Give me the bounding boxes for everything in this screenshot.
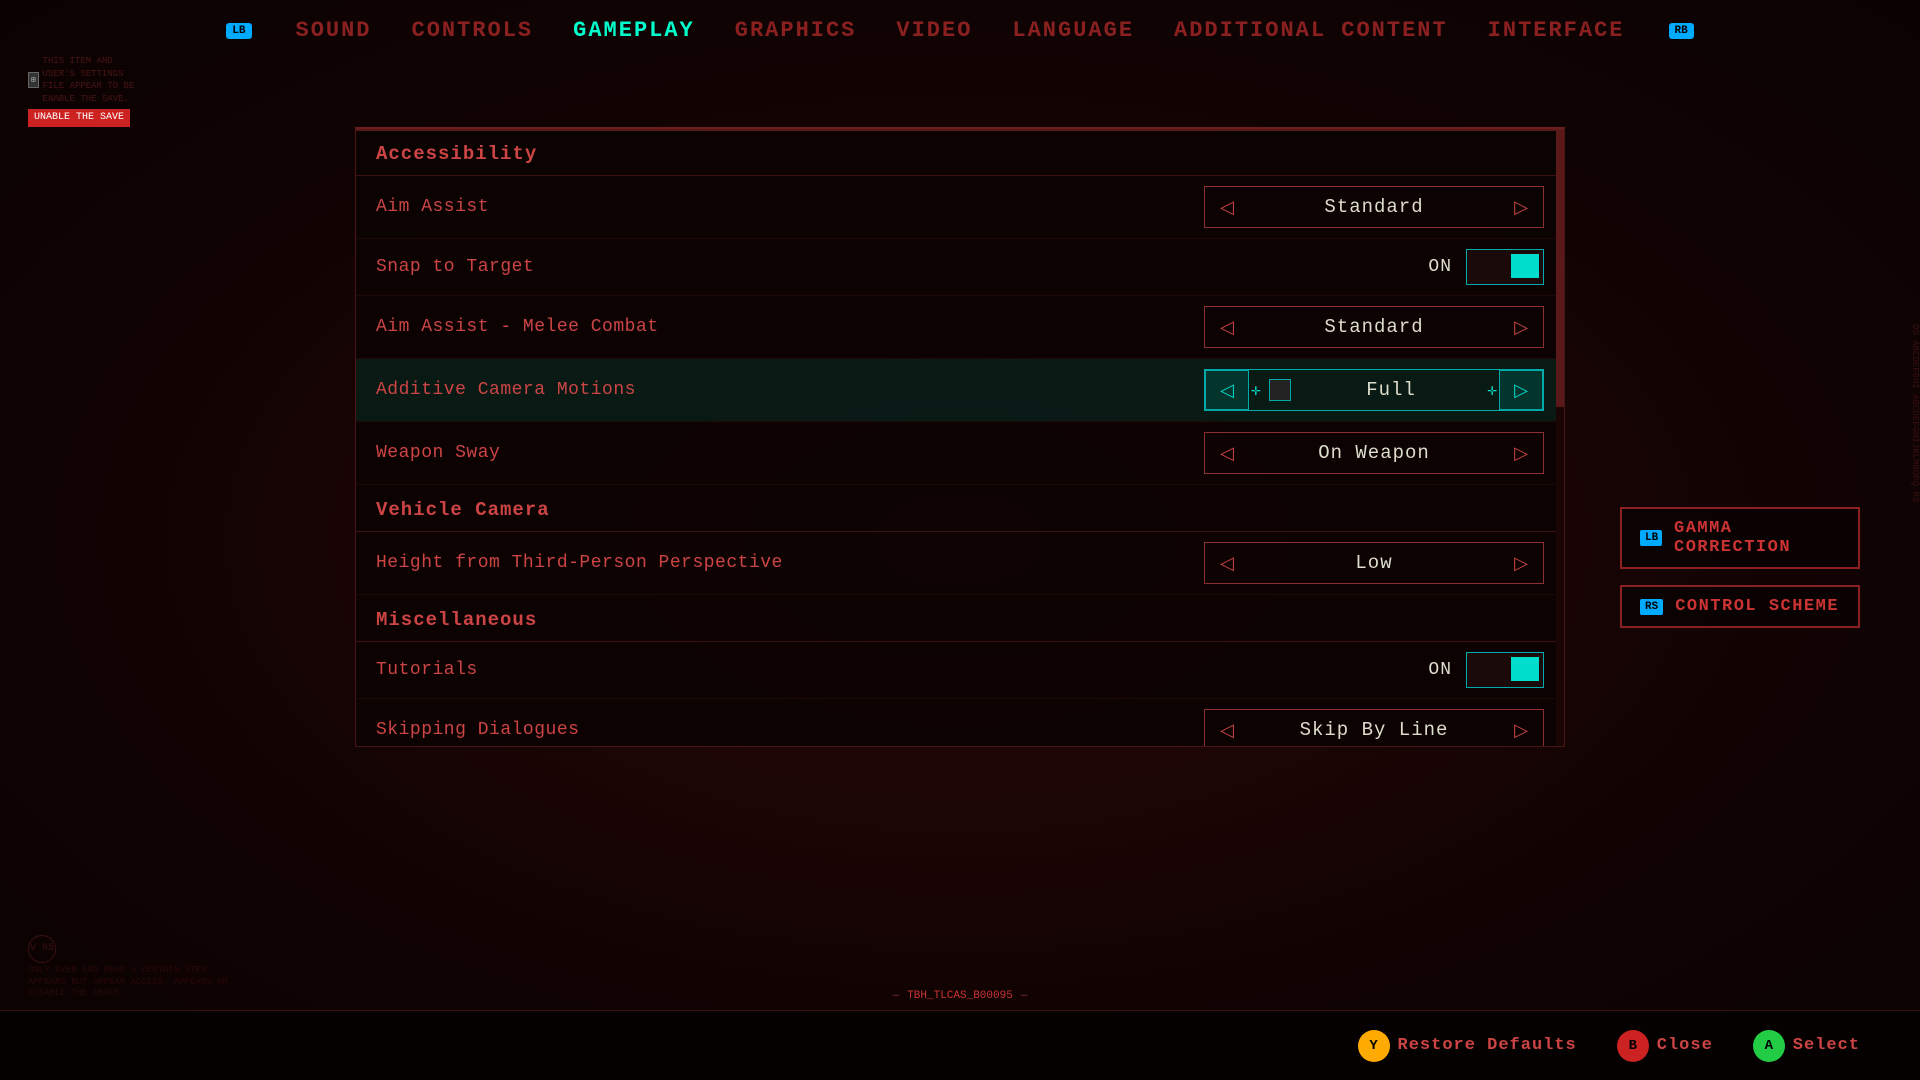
left-deco-badge: UNABLE THE SAVE (28, 109, 130, 127)
additive-camera-value: Full (1297, 379, 1486, 401)
rb-badge[interactable]: RB (1669, 23, 1694, 39)
snap-to-target-toggle-container: ON (1414, 249, 1544, 285)
gamma-correction-badge: LB (1640, 530, 1662, 546)
side-buttons: LB GAMMA CORRECTION RS CONTROL SCHEME (1620, 507, 1860, 628)
lb-badge[interactable]: LB (226, 23, 251, 39)
select-badge: A (1753, 1030, 1785, 1062)
weapon-sway-prev[interactable]: ◁ (1205, 433, 1249, 473)
additive-camera-next[interactable]: ▷ (1499, 370, 1543, 410)
section-miscellaneous: Miscellaneous (356, 595, 1564, 642)
aim-assist-prev[interactable]: ◁ (1205, 187, 1249, 227)
height-third-person-prev[interactable]: ◁ (1205, 543, 1249, 583)
nav-additional-content[interactable]: ADDITIONAL CONTENT (1174, 18, 1448, 43)
bottom-code-text: TBH_TLCAS_B00095 (907, 990, 1013, 1002)
scrollbar-thumb (1556, 129, 1564, 407)
version-info: V 05 ONLY EVER AND READ A CERTAIN ITEM A… (28, 935, 228, 1000)
setting-tutorials: Tutorials ON (356, 642, 1564, 699)
setting-height-third-person: Height from Third-Person Perspective ◁ L… (356, 532, 1564, 595)
restore-defaults-badge: Y (1358, 1030, 1390, 1062)
control-scheme-button[interactable]: RS CONTROL SCHEME (1620, 585, 1860, 628)
aim-assist-melee-next[interactable]: ▷ (1499, 307, 1543, 347)
skipping-dialogues-value: Skip By Line (1249, 719, 1499, 741)
additive-camera-thumb (1269, 379, 1291, 401)
tutorials-thumb (1511, 657, 1539, 681)
additive-camera-prev[interactable]: ◁ (1205, 370, 1249, 410)
nav-controls[interactable]: CONTROLS (412, 18, 534, 43)
setting-weapon-sway: Weapon Sway ◁ On Weapon ▷ (356, 422, 1564, 485)
gamma-correction-label: GAMMA CORRECTION (1674, 519, 1840, 557)
restore-defaults-action[interactable]: Y Restore Defaults (1358, 1030, 1577, 1062)
additive-camera-selector[interactable]: ◁ ✛ Full ✛ ▷ (1204, 369, 1544, 411)
weapon-sway-next[interactable]: ▷ (1499, 433, 1543, 473)
tutorials-toggle[interactable] (1466, 652, 1544, 688)
restore-defaults-label: Restore Defaults (1398, 1036, 1577, 1055)
nav-language[interactable]: LANGUAGE (1012, 18, 1134, 43)
aim-assist-next[interactable]: ▷ (1499, 187, 1543, 227)
right-decoration: DS ABCDEFGHI ABCDEFGHIJKLMNOPQ RS (1900, 324, 1920, 502)
weapon-sway-value: On Weapon (1249, 442, 1499, 464)
bottom-action-bar: Y Restore Defaults B Close A Select (0, 1010, 1920, 1080)
nav-sound[interactable]: SOUND (296, 18, 372, 43)
aim-assist-selector[interactable]: ◁ Standard ▷ (1204, 186, 1544, 228)
skipping-dialogues-prev[interactable]: ◁ (1205, 710, 1249, 747)
select-label: Select (1793, 1036, 1860, 1055)
close-badge: B (1617, 1030, 1649, 1062)
gamma-correction-button[interactable]: LB GAMMA CORRECTION (1620, 507, 1860, 569)
nav-gameplay[interactable]: GAMEPLAY (573, 18, 695, 43)
snap-to-target-thumb (1511, 254, 1539, 278)
aim-assist-melee-label: Aim Assist - Melee Combat (376, 317, 1204, 337)
nav-video[interactable]: VIDEO (896, 18, 972, 43)
control-scheme-label: CONTROL SCHEME (1675, 597, 1839, 616)
nav-interface[interactable]: INTERFACE (1488, 18, 1625, 43)
weapon-sway-selector[interactable]: ◁ On Weapon ▷ (1204, 432, 1544, 474)
tutorials-toggle-container: ON (1414, 652, 1544, 688)
top-navigation: LB SOUND CONTROLS GAMEPLAY GRAPHICS VIDE… (0, 0, 1920, 53)
bottom-center-code: — TBH_TLCAS_B00095 — (893, 990, 1028, 1002)
weapon-sway-label: Weapon Sway (376, 443, 1204, 463)
section-vehicle-camera: Vehicle Camera (356, 485, 1564, 532)
height-third-person-next[interactable]: ▷ (1499, 543, 1543, 583)
settings-panel: Accessibility Aim Assist ◁ Standard ▷ (355, 127, 1565, 747)
snap-to-target-state: ON (1414, 257, 1452, 277)
height-third-person-selector[interactable]: ◁ Low ▷ (1204, 542, 1544, 584)
close-action[interactable]: B Close (1617, 1030, 1713, 1062)
additive-camera-label: Additive Camera Motions (376, 380, 1204, 400)
left-deco-text: THIS ITEM AND USER'S SETTINGS FILE APPEA… (43, 55, 148, 105)
select-action[interactable]: A Select (1753, 1030, 1860, 1062)
aim-assist-label: Aim Assist (376, 197, 1204, 217)
tutorials-label: Tutorials (376, 660, 1414, 680)
skipping-dialogues-selector[interactable]: ◁ Skip By Line ▷ (1204, 709, 1544, 747)
snap-to-target-label: Snap to Target (376, 257, 1414, 277)
setting-aim-assist: Aim Assist ◁ Standard ▷ (356, 176, 1564, 239)
close-label: Close (1657, 1036, 1713, 1055)
setting-aim-assist-melee: Aim Assist - Melee Combat ◁ Standard ▷ (356, 296, 1564, 359)
height-third-person-value: Low (1249, 552, 1499, 574)
skipping-dialogues-label: Skipping Dialogues (376, 720, 1204, 740)
setting-snap-to-target: Snap to Target ON (356, 239, 1564, 296)
section-accessibility: Accessibility (356, 129, 1564, 176)
aim-assist-melee-value: Standard (1249, 316, 1499, 338)
snap-to-target-toggle[interactable] (1466, 249, 1544, 285)
version-description: ONLY EVER AND READ A CERTAIN ITEM APPEAR… (28, 965, 228, 1000)
control-scheme-badge: RS (1640, 599, 1663, 615)
height-third-person-label: Height from Third-Person Perspective (376, 553, 1204, 573)
setting-skipping-dialogues: Skipping Dialogues ◁ Skip By Line ▷ (356, 699, 1564, 747)
skipping-dialogues-next[interactable]: ▷ (1499, 710, 1543, 747)
aim-assist-melee-selector[interactable]: ◁ Standard ▷ (1204, 306, 1544, 348)
setting-additive-camera: Additive Camera Motions ◁ ✛ Full ✛ ▷ (356, 359, 1564, 422)
nav-graphics[interactable]: GRAPHICS (735, 18, 857, 43)
tutorials-state: ON (1414, 660, 1452, 680)
aim-assist-value: Standard (1249, 196, 1499, 218)
left-decoration: ⊞ THIS ITEM AND USER'S SETTINGS FILE APP… (28, 55, 148, 131)
aim-assist-melee-prev[interactable]: ◁ (1205, 307, 1249, 347)
panel-scrollbar[interactable] (1556, 129, 1564, 746)
